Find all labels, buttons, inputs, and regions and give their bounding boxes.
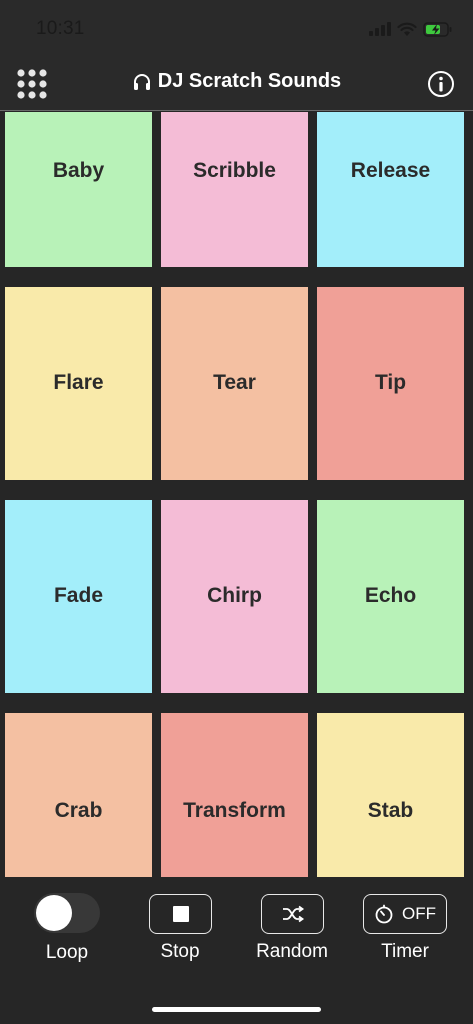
pad-label: Echo	[364, 584, 417, 607]
pad-flare[interactable]: Flare	[5, 287, 152, 480]
info-button[interactable]	[427, 70, 455, 98]
pad-label: Tip	[374, 371, 407, 394]
pad-echo[interactable]: Echo	[317, 500, 464, 693]
pad-tip[interactable]: Tip	[317, 287, 464, 480]
pad-scribble[interactable]: Scribble	[161, 112, 308, 267]
pad-label: Transform	[183, 799, 286, 822]
pad-label: Release	[350, 159, 431, 182]
random-label: Random	[256, 941, 328, 962]
timer-button[interactable]: OFF	[363, 894, 447, 934]
bottom-toolbar: Loop Stop Random OFF Timer	[0, 877, 473, 1024]
headphones-icon	[133, 73, 150, 90]
pad-label: Fade	[53, 584, 103, 607]
pad-chirp[interactable]: Chirp	[161, 500, 308, 693]
pad-label: Baby	[52, 159, 105, 182]
pad-transform[interactable]: Transform	[161, 713, 308, 877]
pad-fade[interactable]: Fade	[5, 500, 152, 693]
cellular-signal-icon	[369, 22, 391, 36]
wifi-icon	[397, 22, 417, 36]
stop-label: Stop	[160, 941, 200, 962]
pad-stab[interactable]: Stab	[317, 713, 464, 877]
pad-tear[interactable]: Tear	[161, 287, 308, 480]
pad-crab[interactable]: Crab	[5, 713, 152, 877]
timer-label: Timer	[381, 941, 429, 962]
random-button[interactable]	[261, 894, 324, 934]
loop-toggle[interactable]	[34, 893, 100, 933]
stop-button[interactable]	[149, 894, 212, 934]
app-screen: 10:31 DJ Scratch Sounds Baby Scribble Re…	[0, 0, 473, 1024]
pad-label: Stab	[367, 799, 414, 822]
timer-icon	[375, 904, 393, 924]
pad-label: Flare	[53, 371, 104, 394]
loop-toggle-knob	[36, 895, 72, 931]
loop-label: Loop	[45, 942, 89, 963]
pad-label: Crab	[54, 799, 103, 822]
status-time: 10:31	[36, 18, 85, 39]
sound-pad-grid: Baby Scribble Release Flare Tear Tip Fad…	[0, 112, 473, 877]
info-icon	[428, 71, 454, 97]
battery-charging-icon	[423, 21, 452, 37]
nav-bar: DJ Scratch Sounds	[0, 56, 473, 111]
stop-icon	[172, 906, 189, 922]
status-icons	[369, 20, 453, 38]
status-bar: 10:31	[0, 0, 473, 56]
shuffle-icon	[282, 905, 304, 923]
app-title-text: DJ Scratch Sounds	[157, 70, 342, 92]
timer-value: OFF	[402, 904, 436, 923]
pad-label: Chirp	[207, 584, 262, 607]
pad-label: Scribble	[193, 159, 276, 182]
pad-label: Tear	[213, 371, 256, 394]
page-title: DJ Scratch Sounds	[0, 70, 473, 93]
home-indicator	[152, 1007, 321, 1012]
pad-release[interactable]: Release	[317, 112, 464, 267]
pad-baby[interactable]: Baby	[5, 112, 152, 267]
